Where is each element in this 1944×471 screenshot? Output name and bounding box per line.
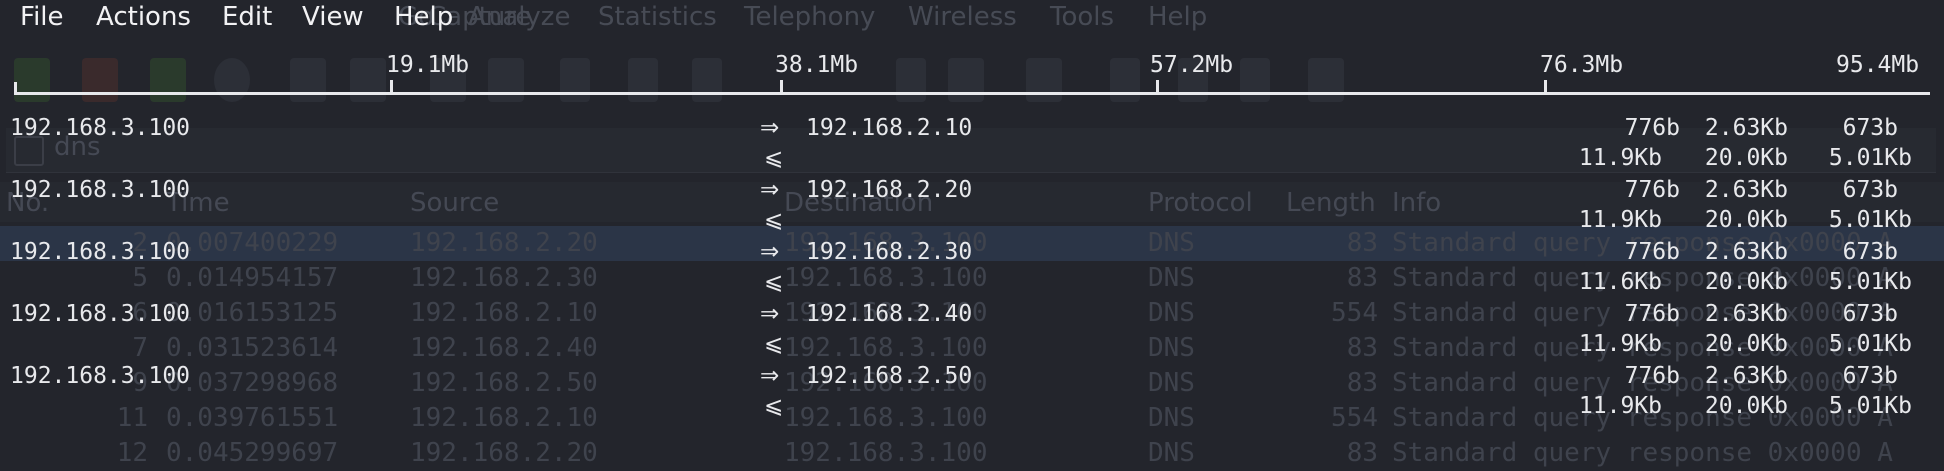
reverse-arrow-icon: ⩽: [764, 331, 784, 357]
axis-line: [16, 92, 1930, 95]
axis-tick-label: 38.1Mb: [775, 52, 859, 78]
forward-arrow-icon: ⇒: [760, 177, 780, 203]
forward-arrow-icon: ⇒: [760, 363, 780, 389]
reverse-arrow-icon: ⩽: [764, 393, 784, 419]
axis-tick: [1156, 80, 1159, 94]
bytes-reverse-value: 5.01Kb: [1828, 393, 1912, 419]
bytes-reverse-value: 5.01Kb: [1828, 207, 1912, 233]
conversation-destination: 192.168.2.40: [806, 301, 973, 327]
bytes-forward-value: 776b: [1624, 177, 1680, 203]
bg-menu-tools: Tools: [1050, 2, 1115, 32]
conversation-source: 192.168.3.100: [10, 239, 191, 265]
forward-arrow-icon: ⇒: [760, 239, 780, 265]
bg-menu-analyze: Analyze: [468, 2, 571, 32]
packet-row[interactable]: 12 0.045299697 192.168.2.20 192.168.3.100 DN…: [0, 436, 1944, 471]
conversation-source: 192.168.3.100: [10, 177, 191, 203]
conversation-destination: 192.168.2.30: [806, 239, 973, 265]
bytes-forward-value: 2.63Kb: [1704, 363, 1788, 389]
axis-tick-label: 57.2Mb: [1150, 52, 1234, 78]
packet-cell-protocol: DNS: [1148, 438, 1195, 468]
conversation-source: 192.168.3.100: [10, 363, 191, 389]
bytes-reverse-value: 5.01Kb: [1828, 331, 1912, 357]
bytes-reverse-value: 11.9Kb: [1578, 207, 1662, 233]
bytes-forward-value: 2.63Kb: [1704, 239, 1788, 265]
packet-cell-length: 83: [1346, 438, 1378, 468]
bg-menu-help: Help: [1148, 2, 1208, 32]
reverse-arrow-icon: ⩽: [764, 269, 784, 295]
bytes-forward-value: 2.63Kb: [1704, 177, 1788, 203]
conversation-source: 192.168.3.100: [10, 301, 191, 327]
bytes-reverse-value: 20.0Kb: [1704, 145, 1788, 171]
conversation-source: 192.168.3.100: [10, 115, 191, 141]
conversation-row[interactable]: 192.168.3.100 ⇒ 192.168.2.30 ⩽ 776b 2.63Kb 673…: [0, 239, 1944, 301]
bytes-forward-value: 2.63Kb: [1704, 301, 1788, 327]
axis-start-tick: [14, 82, 17, 95]
packet-cell-no: 12: [116, 438, 148, 468]
conversation-row[interactable]: 192.168.3.100 ⇒ 192.168.2.20 ⩽ 776b 2.63Kb 673…: [0, 177, 1944, 239]
bytes-forward-value: 673b: [1842, 301, 1898, 327]
axis-tick: [390, 80, 393, 94]
menu-view[interactable]: View: [302, 2, 364, 32]
bytes-reverse-value: 11.9Kb: [1578, 393, 1662, 419]
bytes-axis: 19.1Mb 38.1Mb 57.2Mb 76.3Mb 95.4Mb: [0, 40, 1944, 100]
menu-help[interactable]: Help: [394, 2, 453, 32]
bytes-forward-value: 776b: [1624, 239, 1680, 265]
bytes-forward-value: 673b: [1842, 177, 1898, 203]
bytes-reverse-value: 5.01Kb: [1828, 145, 1912, 171]
bytes-reverse-value: 20.0Kb: [1704, 331, 1788, 357]
reverse-arrow-icon: ⩽: [764, 207, 784, 233]
conversation-destination: 192.168.2.50: [806, 363, 973, 389]
bytes-forward-value: 776b: [1624, 301, 1680, 327]
bg-menu-wireless: Wireless: [908, 2, 1017, 32]
menu-file[interactable]: File: [20, 2, 64, 32]
axis-tick-label: 76.3Mb: [1540, 52, 1624, 78]
conversation-row[interactable]: 192.168.3.100 ⇒ 192.168.2.10 ⩽ 776b 2.63Kb 673…: [0, 115, 1944, 177]
bytes-forward-value: 673b: [1842, 239, 1898, 265]
axis-tick: [1544, 80, 1547, 94]
packet-cell-destination: 192.168.3.100: [784, 438, 988, 468]
bg-menu-statistics: Statistics: [598, 2, 717, 32]
forward-arrow-icon: ⇒: [760, 115, 780, 141]
bytes-reverse-value: 11.9Kb: [1578, 331, 1662, 357]
axis-tick: [780, 80, 783, 94]
conversation-destination: 192.168.2.10: [806, 115, 973, 141]
bytes-reverse-value: 11.6Kb: [1578, 269, 1662, 295]
bytes-forward-value: 673b: [1842, 363, 1898, 389]
bytes-forward-value: 2.63Kb: [1704, 115, 1788, 141]
axis-tick-label: 19.1Mb: [386, 52, 470, 78]
bytes-forward-value: 673b: [1842, 115, 1898, 141]
bytes-reverse-value: 20.0Kb: [1704, 393, 1788, 419]
axis-tick-label: 95.4Mb: [1836, 52, 1920, 78]
bytes-forward-value: 776b: [1624, 363, 1680, 389]
bytes-reverse-value: 5.01Kb: [1828, 269, 1912, 295]
menu-edit[interactable]: Edit: [222, 2, 272, 32]
packet-cell-info: Standard query response 0x0000 A: [1392, 438, 1893, 468]
bytes-reverse-value: 20.0Kb: [1704, 207, 1788, 233]
forward-arrow-icon: ⇒: [760, 301, 780, 327]
packet-cell-time: 0.045299697: [166, 438, 339, 468]
packet-cell-source: 192.168.2.20: [410, 438, 598, 468]
conversation-row[interactable]: 192.168.3.100 ⇒ 192.168.2.50 ⩽ 776b 2.63Kb 673…: [0, 363, 1944, 425]
bg-menu-telephony: Telephony: [744, 2, 876, 32]
conversation-destination: 192.168.2.20: [806, 177, 973, 203]
menu-actions[interactable]: Actions: [96, 2, 191, 32]
reverse-arrow-icon: ⩽: [764, 145, 784, 171]
bytes-reverse-value: 11.9Kb: [1578, 145, 1662, 171]
bytes-forward-value: 776b: [1624, 115, 1680, 141]
bytes-reverse-value: 20.0Kb: [1704, 269, 1788, 295]
conversation-row[interactable]: 192.168.3.100 ⇒ 192.168.2.40 ⩽ 776b 2.63Kb 673…: [0, 301, 1944, 363]
